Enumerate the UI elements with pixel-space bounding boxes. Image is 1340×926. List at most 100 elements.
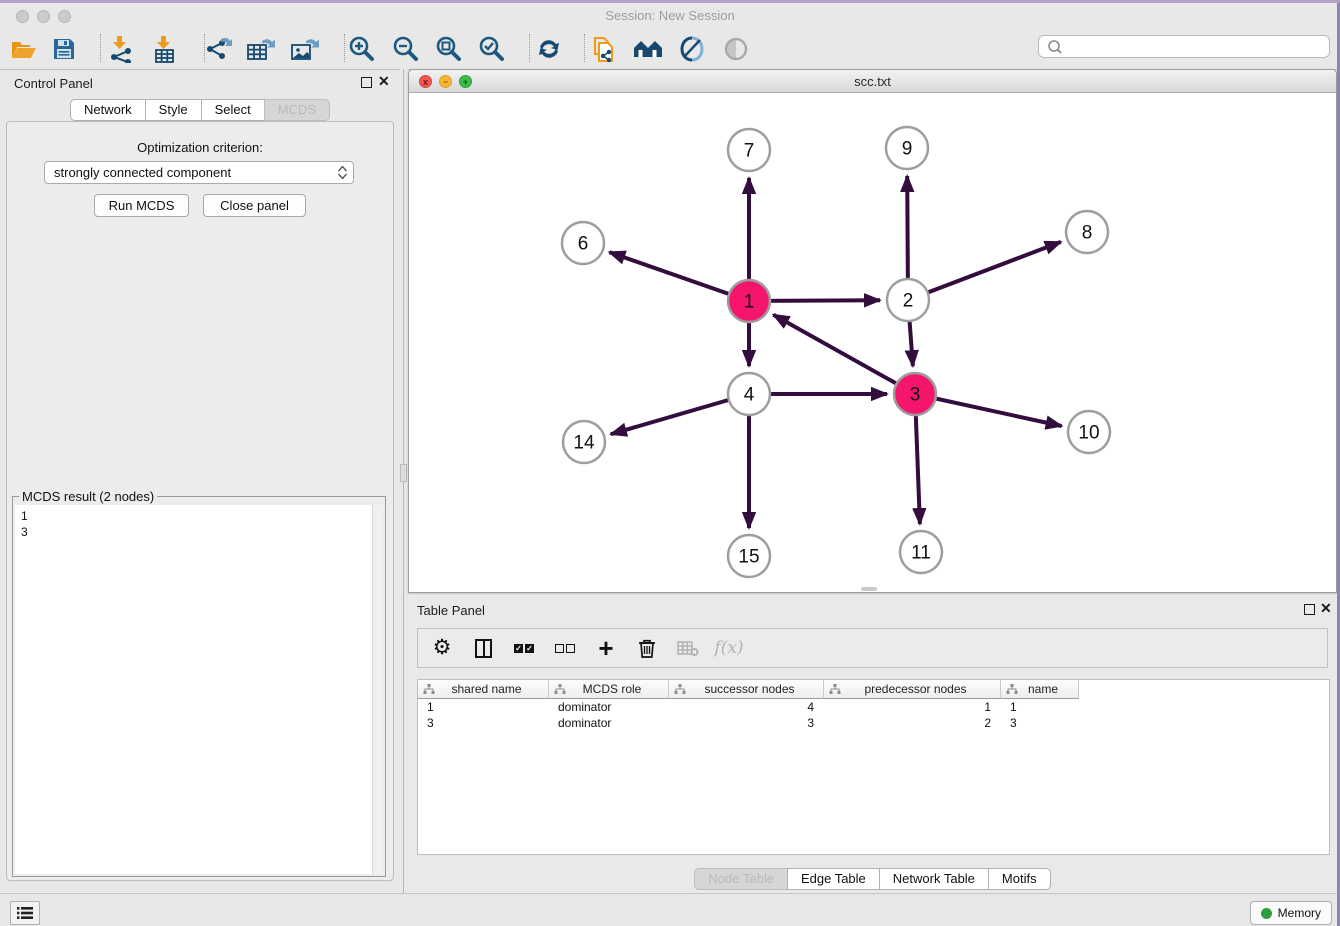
- table-close-icon[interactable]: ✕: [1320, 603, 1332, 613]
- table-settings-icon[interactable]: ⚙: [430, 635, 454, 661]
- tab-network[interactable]: Network: [70, 99, 146, 121]
- graph-node-label-2: 2: [903, 291, 914, 312]
- export-network-icon[interactable]: [200, 32, 236, 66]
- add-column-icon[interactable]: +: [594, 635, 618, 661]
- node-table: shared nameMCDS rolesuccessor nodesprede…: [417, 679, 1330, 855]
- tab-mcds[interactable]: MCDS: [264, 99, 330, 121]
- graph-edge-3-10[interactable]: [915, 394, 1062, 426]
- criterion-value: strongly connected component: [54, 165, 231, 180]
- optimization-criterion-label: Optimization criterion:: [0, 140, 400, 155]
- table-cell[interactable]: 2: [824, 715, 1001, 731]
- search-field[interactable]: [1038, 35, 1330, 58]
- table-toolbar: ⚙ ✓✓ + f(x): [417, 628, 1328, 668]
- titlebar: Session: New Session: [0, 3, 1340, 29]
- split-columns-icon[interactable]: [471, 635, 495, 661]
- select-all-columns-icon[interactable]: ✓✓: [512, 635, 536, 661]
- tab-style[interactable]: Style: [145, 99, 202, 121]
- clone-network-icon[interactable]: [587, 32, 623, 66]
- zoom-out-icon[interactable]: [388, 32, 424, 66]
- column-header-name[interactable]: name: [1001, 680, 1079, 699]
- memory-button[interactable]: Memory: [1250, 901, 1332, 925]
- graph-node-label-6: 6: [578, 234, 589, 255]
- graph-node-label-8: 8: [1082, 223, 1093, 244]
- open-session-icon[interactable]: [6, 32, 42, 66]
- table-cell[interactable]: 1: [824, 699, 1001, 715]
- network-scrollbar-handle[interactable]: [861, 587, 877, 591]
- graph-node-label-11: 11: [911, 543, 931, 564]
- export-image-icon[interactable]: [287, 32, 323, 66]
- control-panel-tabs: NetworkStyleSelectMCDS: [0, 99, 400, 121]
- delete-column-icon: [676, 635, 700, 661]
- style-icon[interactable]: [674, 32, 710, 66]
- table-cell[interactable]: 4: [669, 699, 824, 715]
- tab-motifs[interactable]: Motifs: [988, 868, 1051, 890]
- graph-node-label-7: 7: [744, 141, 755, 162]
- column-header-MCDS-role[interactable]: MCDS role: [549, 680, 669, 699]
- table-cell[interactable]: 3: [669, 715, 824, 731]
- mcds-result-line: 1: [21, 508, 372, 524]
- result-scrollbar[interactable]: [372, 505, 383, 874]
- close-panel-button[interactable]: Close panel: [203, 194, 306, 217]
- refresh-icon[interactable]: [531, 32, 567, 66]
- graph-node-label-15: 15: [738, 547, 759, 568]
- float-panel-icon[interactable]: [361, 77, 372, 88]
- table-cell[interactable]: 1: [1001, 699, 1079, 715]
- chevron-updown-icon: [338, 166, 347, 179]
- houses-icon[interactable]: [630, 32, 666, 66]
- mcds-result-list[interactable]: 13: [15, 505, 372, 874]
- table-cell[interactable]: 3: [418, 715, 549, 731]
- hierarchy-icon: [829, 684, 841, 695]
- table-cell[interactable]: 3: [1001, 715, 1079, 731]
- control-panel-header: Control Panel ✕: [0, 69, 400, 97]
- tab-edge-table[interactable]: Edge Table: [787, 868, 880, 890]
- hierarchy-icon: [554, 684, 566, 695]
- network-window-titlebar[interactable]: x − + scc.txt: [409, 70, 1336, 93]
- column-header-shared-name[interactable]: shared name: [418, 680, 549, 699]
- table-float-icon[interactable]: [1304, 604, 1315, 615]
- table-row[interactable]: 1dominator411: [418, 699, 1329, 715]
- export-table-icon[interactable]: [243, 32, 279, 66]
- table-cell[interactable]: 1: [418, 699, 549, 715]
- run-mcds-button[interactable]: Run MCDS: [94, 194, 189, 217]
- import-table-icon[interactable]: [147, 32, 183, 66]
- table-cell[interactable]: dominator: [549, 699, 669, 715]
- panel-splitter[interactable]: [400, 69, 408, 893]
- column-header-successor-nodes[interactable]: successor nodes: [669, 680, 824, 699]
- graph-edge-3-1[interactable]: [773, 315, 915, 394]
- zoom-selected-icon[interactable]: [474, 32, 510, 66]
- network-canvas[interactable]: 7968124314101511: [409, 93, 1336, 592]
- search-input[interactable]: [1067, 39, 1329, 55]
- unselect-all-columns-icon[interactable]: [553, 635, 577, 661]
- tab-select[interactable]: Select: [201, 99, 265, 121]
- zoom-fit-icon[interactable]: [431, 32, 467, 66]
- network-window-title: scc.txt: [409, 74, 1336, 89]
- table-panel: Table Panel ✕ ⚙ ✓✓ + f(x) shared nameMCD…: [408, 595, 1337, 893]
- graph-edge-2-8[interactable]: [908, 242, 1061, 300]
- table-panel-tabs: Node TableEdge TableNetwork TableMotifs: [408, 868, 1337, 890]
- node-table-header: shared nameMCDS rolesuccessor nodesprede…: [418, 680, 1329, 699]
- table-panel-title: Table Panel: [417, 603, 485, 618]
- delete-icon[interactable]: [635, 635, 659, 661]
- table-cell[interactable]: dominator: [549, 715, 669, 731]
- mcds-result-group: MCDS result (2 nodes) 13: [12, 496, 386, 877]
- hierarchy-icon: [674, 684, 686, 695]
- import-network-icon[interactable]: [103, 32, 139, 66]
- column-header-predecessor-nodes[interactable]: predecessor nodes: [824, 680, 1001, 699]
- graph-node-label-14: 14: [573, 433, 595, 454]
- graph-node-label-4: 4: [744, 385, 755, 406]
- zoom-in-icon[interactable]: [344, 32, 380, 66]
- toolbar-separator: [529, 34, 530, 62]
- tab-node-table[interactable]: Node Table: [694, 868, 788, 890]
- list-icon: [17, 906, 33, 920]
- toolbar-separator: [100, 34, 101, 62]
- tab-network-table[interactable]: Network Table: [879, 868, 989, 890]
- splitter-grip[interactable]: [400, 464, 407, 482]
- mcds-result-title: MCDS result (2 nodes): [19, 489, 157, 504]
- mcds-result-line: 3: [21, 524, 372, 540]
- close-panel-icon[interactable]: ✕: [378, 76, 390, 86]
- task-history-button[interactable]: [10, 901, 40, 925]
- table-row[interactable]: 3dominator323: [418, 715, 1329, 731]
- save-session-icon[interactable]: [46, 32, 82, 66]
- toolbar-separator: [584, 34, 585, 62]
- criterion-select[interactable]: strongly connected component: [44, 161, 354, 184]
